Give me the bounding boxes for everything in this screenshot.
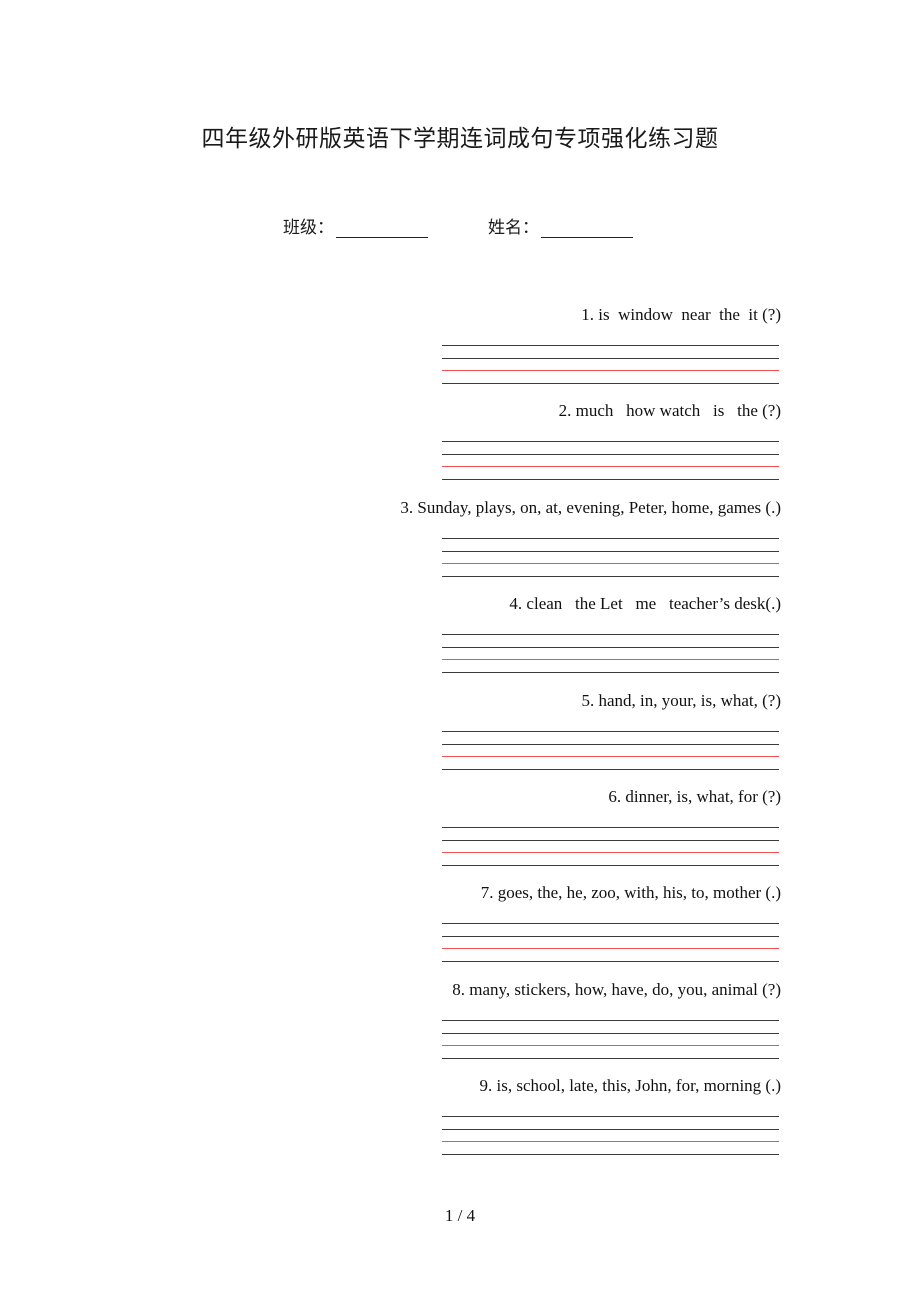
guide-line — [442, 634, 779, 636]
question-text: 9. is, school, late, this, John, for, mo… — [479, 1076, 781, 1096]
name-field: 姓名： — [488, 213, 633, 238]
red-baseline — [442, 1044, 779, 1046]
guide-line — [442, 1032, 779, 1034]
question-text: 3. Sunday, plays, on, at, evening, Peter… — [400, 497, 781, 517]
guide-line — [442, 730, 779, 732]
guide-line — [442, 479, 779, 481]
answer-writing-lines[interactable] — [442, 827, 779, 867]
red-baseline — [442, 370, 779, 371]
guide-line — [442, 358, 779, 359]
name-blank[interactable] — [541, 219, 633, 238]
guide-line — [442, 345, 779, 346]
guide-line — [442, 1057, 779, 1059]
answer-writing-lines[interactable] — [442, 923, 779, 963]
guide-line — [442, 537, 779, 539]
red-baseline — [442, 1141, 779, 1143]
guide-line — [442, 454, 779, 456]
guide-line — [442, 840, 779, 841]
class-blank[interactable] — [336, 219, 428, 238]
guide-line — [442, 647, 779, 649]
guide-line — [442, 1129, 779, 1131]
red-baseline — [442, 948, 779, 950]
guide-line — [442, 961, 779, 963]
red-baseline — [442, 852, 779, 853]
red-baseline — [442, 659, 779, 661]
document-title: 四年级外研版英语下学期连词成句专项强化练习题 — [201, 126, 719, 152]
guide-line — [442, 768, 779, 770]
answer-writing-lines[interactable] — [442, 730, 779, 771]
guide-line — [442, 743, 779, 745]
answer-writing-lines[interactable] — [442, 1116, 779, 1156]
guide-line — [442, 827, 779, 828]
guide-line — [442, 1019, 779, 1021]
question-text: 4. clean the Let me teacher’s desk(.) — [509, 594, 781, 614]
question-text: 5. hand, in, your, is, what, (?) — [581, 690, 781, 710]
question-text: 7. goes, the, he, zoo, with, his, to, mo… — [480, 883, 781, 903]
answer-writing-lines[interactable] — [442, 634, 779, 674]
page-number: 1 / 4 — [444, 1206, 476, 1225]
guide-line — [442, 936, 779, 938]
name-label: 姓名： — [488, 218, 539, 238]
question-text: 2. much how watch is the (?) — [558, 401, 781, 421]
guide-line — [442, 550, 779, 552]
guide-line — [442, 441, 779, 443]
question-text: 1. is window near the it (?) — [581, 305, 781, 324]
guide-line — [442, 1154, 779, 1156]
guide-line — [442, 383, 779, 384]
guide-line — [442, 923, 779, 925]
red-baseline — [442, 755, 779, 757]
answer-writing-lines[interactable] — [442, 441, 779, 481]
answer-writing-lines[interactable] — [442, 345, 779, 385]
answer-writing-lines[interactable] — [442, 1019, 779, 1060]
guide-line — [442, 1116, 779, 1118]
guide-line — [442, 672, 779, 674]
class-field: 班级： — [283, 213, 428, 238]
guide-line — [442, 865, 779, 866]
red-baseline — [442, 562, 779, 564]
guide-line — [442, 575, 779, 577]
answer-writing-lines[interactable] — [442, 537, 779, 578]
question-text: 8. many, stickers, how, have, do, you, a… — [452, 979, 781, 999]
red-baseline — [442, 466, 779, 468]
class-label: 班级： — [283, 218, 334, 238]
question-text: 6. dinner, is, what, for (?) — [608, 787, 781, 806]
